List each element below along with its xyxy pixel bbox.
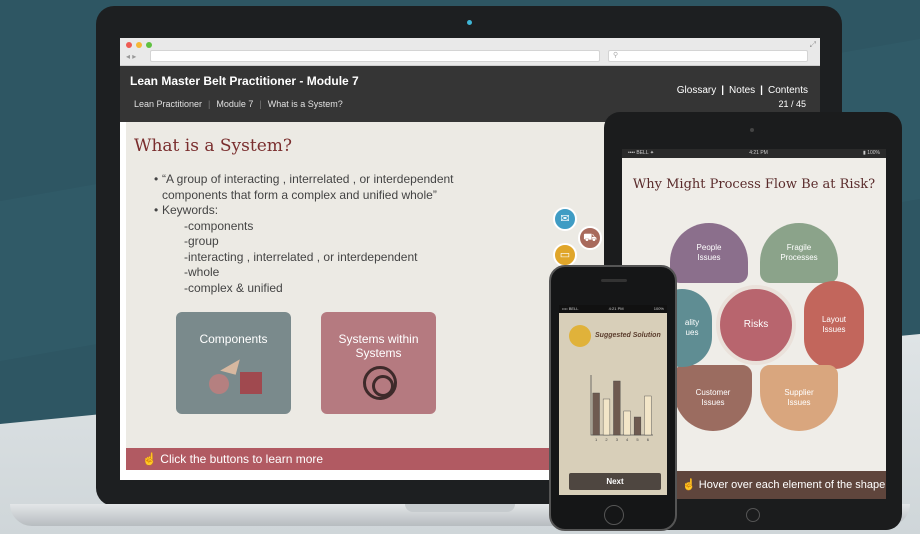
components-button[interactable]: Components xyxy=(176,312,291,414)
keyword-item: -whole xyxy=(184,265,220,279)
instruction-text: Click the buttons to learn more xyxy=(160,452,324,466)
breadcrumb-item[interactable]: Module 7 xyxy=(216,99,253,109)
chart-tick-label: 1 xyxy=(595,437,598,442)
chart-bar xyxy=(644,395,652,436)
segment-label: People Issues xyxy=(696,243,722,262)
notes-link[interactable]: Notes xyxy=(729,85,755,96)
course-title: Lean Master Belt Practitioner - Module 7 xyxy=(130,74,359,88)
chart-bar xyxy=(633,416,642,436)
nav-arrows-icon[interactable]: ◂ ▸ xyxy=(126,52,136,61)
center-label: Risks xyxy=(743,319,769,330)
cart-icon[interactable]: ⛟ xyxy=(578,226,602,250)
breadcrumb: Lean Practitioner | Module 7 | What is a… xyxy=(134,99,343,109)
customer-issues-segment[interactable]: Customer Issues xyxy=(674,365,752,431)
keyword-item: -complex & unified xyxy=(184,280,283,295)
components-label: Components xyxy=(199,332,268,346)
chart-bar xyxy=(613,380,621,436)
segment-label: Layout Issues xyxy=(821,315,847,334)
solution-logo-icon xyxy=(569,325,591,347)
chart-axis xyxy=(590,375,653,436)
browser-toolbar: ◂ ▸ ⚲ ⤢ xyxy=(120,38,820,66)
tablet-camera xyxy=(750,128,754,132)
systems-within-systems-button[interactable]: Systems within Systems xyxy=(321,312,436,414)
chart-tick-label: 4 xyxy=(626,437,629,442)
laptop-notch xyxy=(405,504,515,512)
breadcrumb-item[interactable]: What is a System? xyxy=(268,99,343,109)
glossary-link[interactable]: Glossary xyxy=(677,85,716,96)
supplier-issues-segment[interactable]: Supplier Issues xyxy=(760,365,838,431)
pointer-hand-icon: ☝ xyxy=(142,452,157,466)
keyword-item: -group xyxy=(184,234,219,248)
page-counter: 21 / 45 xyxy=(778,99,806,109)
phone: •••• BELL 4:21 PM 100% Suggested Solution … xyxy=(549,265,677,531)
chart-tick-label: 6 xyxy=(647,437,650,442)
chart-bar xyxy=(623,410,631,436)
maximize-dot[interactable] xyxy=(146,42,152,48)
bullet-list: “A group of interacting , interrelated ,… xyxy=(154,172,454,296)
concentric-rings-icon xyxy=(363,366,397,400)
fragile-processes-segment[interactable]: Fragile Processes xyxy=(760,223,838,283)
phone-speaker xyxy=(601,279,627,282)
systems-label-line1: Systems within xyxy=(338,332,419,346)
mail-icon[interactable]: ✉ xyxy=(553,207,577,231)
close-dot[interactable] xyxy=(126,42,132,48)
chart-tick-label: 5 xyxy=(636,437,639,442)
tablet-status-bar: •••• BELL ✦ 4:21 PM ▮ 100% xyxy=(622,149,886,158)
breadcrumb-item[interactable]: Lean Practitioner xyxy=(134,99,202,109)
bullet-text: “A group of interacting , interrelated ,… xyxy=(162,172,454,186)
chart-bar xyxy=(602,398,611,436)
bullet-definition: “A group of interacting , interrelated ,… xyxy=(154,172,454,203)
expand-icon[interactable]: ⤢ xyxy=(810,40,816,50)
window-controls xyxy=(126,42,152,48)
phone-title: Suggested Solution xyxy=(595,332,661,339)
square-icon xyxy=(240,372,262,394)
segment-label: ality ues xyxy=(684,318,700,337)
top-links: Glossary | Notes | Contents xyxy=(677,85,808,96)
bullet-keywords: Keywords: xyxy=(154,203,454,219)
hover-instruction-bar: ☝ Hover over each element of the shape xyxy=(662,471,886,499)
url-bar[interactable] xyxy=(150,50,600,62)
pointer-hand-icon: ☝ xyxy=(682,479,696,491)
next-button[interactable]: Next xyxy=(569,473,661,490)
bar-chart: 1 2 3 4 5 6 xyxy=(590,375,653,442)
keyword-item: -components xyxy=(184,218,254,233)
phone-status-bar: •••• BELL 4:21 PM 100% xyxy=(559,305,667,313)
triangle-icon xyxy=(220,355,240,375)
slide-title: What is a System? xyxy=(134,136,292,156)
systems-label-line2: Systems xyxy=(355,346,402,360)
bullet-text: components that form a complex and unifi… xyxy=(162,187,437,202)
circle-icon xyxy=(209,374,229,394)
chart-bar xyxy=(592,392,600,436)
segment-label: Fragile Processes xyxy=(780,243,818,262)
risks-center[interactable]: Risks xyxy=(716,285,796,365)
link-separator: | xyxy=(760,85,763,96)
hover-instruction-text: Hover over each element of the shape xyxy=(698,479,886,491)
laptop-camera xyxy=(467,20,472,25)
tablet-title: Why Might Process Flow Be at Risk? xyxy=(632,177,876,192)
breadcrumb-separator: | xyxy=(259,99,262,109)
layout-issues-segment[interactable]: Layout Issues xyxy=(804,281,864,369)
tablet-home-button[interactable] xyxy=(746,508,760,522)
contents-link[interactable]: Contents xyxy=(768,85,808,96)
phone-home-button[interactable] xyxy=(604,505,624,525)
link-separator: | xyxy=(721,85,725,96)
segment-label: Customer Issues xyxy=(695,388,731,407)
keyword-item: -interacting , interrelated , or interde… xyxy=(184,249,418,264)
chart-tick-label: 2 xyxy=(605,437,608,442)
segment-label: Supplier Issues xyxy=(784,388,814,407)
minimize-dot[interactable] xyxy=(136,42,142,48)
card-icon[interactable]: ▭ xyxy=(553,243,577,267)
search-icon: ⚲ xyxy=(613,52,619,59)
phone-screen: •••• BELL 4:21 PM 100% Suggested Solution … xyxy=(559,305,667,495)
chart-tick-label: 3 xyxy=(616,437,619,442)
people-issues-segment[interactable]: People Issues xyxy=(670,223,748,283)
breadcrumb-separator: | xyxy=(208,99,211,109)
search-bar[interactable]: ⚲ xyxy=(608,50,808,62)
